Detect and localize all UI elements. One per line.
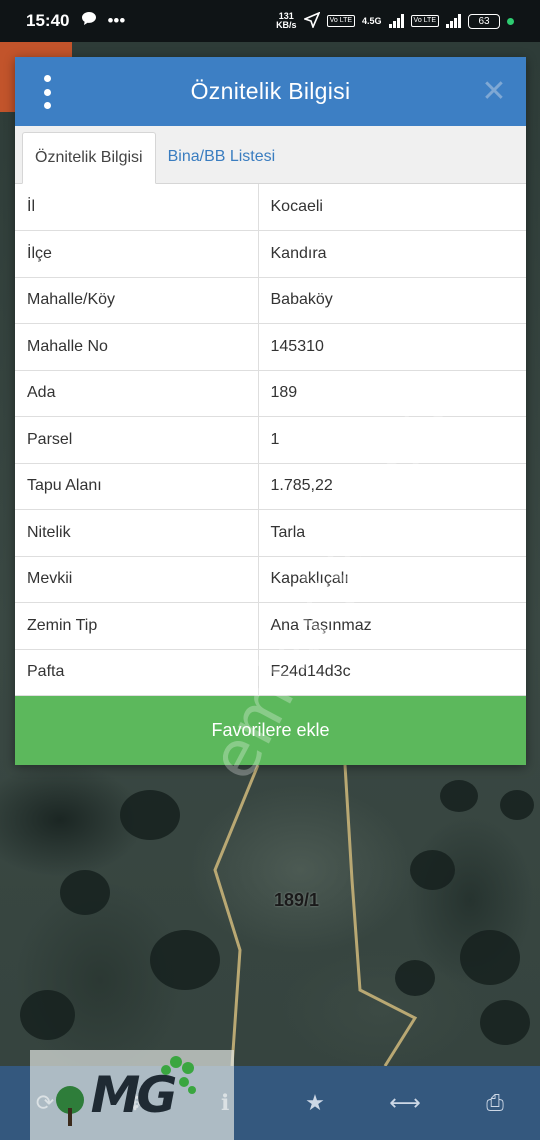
attribute-key: Ada	[15, 370, 259, 417]
tab-building-list[interactable]: Bina/BB Listesi	[156, 131, 288, 183]
table-row: Zemin Tip Ana Taşınmaz	[15, 602, 526, 650]
table-row: Parsel 1	[15, 416, 526, 464]
table-row: İl Kocaeli	[15, 184, 526, 231]
table-row: Ada 189	[15, 370, 526, 417]
attribute-value: Kapaklıçalı	[258, 556, 526, 603]
company-logo: MG	[30, 1050, 234, 1140]
table-row: Mahalle No 145310	[15, 323, 526, 371]
attribute-key: Tapu Alanı	[15, 463, 259, 510]
attribute-value: Ana Taşınmaz	[258, 602, 526, 650]
more-notifications-icon: •••	[107, 11, 126, 30]
parcel-label: 189/1	[274, 890, 320, 910]
dialog-header: Öznitelik Bilgisi ✕	[15, 57, 526, 126]
table-row: Pafta F24d14d3c	[15, 649, 526, 696]
measure-icon[interactable]: ⟷	[360, 1066, 450, 1140]
table-row: Nitelik Tarla	[15, 509, 526, 557]
attribute-value: Kandıra	[258, 230, 526, 278]
status-time: 15:40	[26, 11, 70, 30]
logo-tree-icon	[56, 1086, 84, 1126]
add-to-favorites-button[interactable]: Favorilere ekle	[15, 696, 526, 765]
attribute-value: F24d14d3c	[258, 649, 526, 696]
volte-badge: Vo LTE	[326, 15, 356, 27]
signal-bars-icon-2	[446, 14, 461, 28]
attribute-key: Mahalle/Köy	[15, 277, 259, 324]
star-icon[interactable]: ★	[270, 1066, 360, 1140]
attribute-key: İlçe	[15, 230, 259, 278]
dialog-title: Öznitelik Bilgisi	[190, 78, 351, 104]
table-row: Mevkii Kapaklıçalı	[15, 556, 526, 603]
attribute-value: Babaköy	[258, 277, 526, 324]
attribute-key: Zemin Tip	[15, 602, 259, 650]
print-icon[interactable]: ⎙	[450, 1066, 540, 1140]
attribute-key: Pafta	[15, 649, 259, 696]
logo-leaves-icon	[161, 1056, 196, 1094]
attribute-value: Kocaeli	[258, 184, 526, 231]
signal-bars-icon	[388, 14, 404, 28]
network-type: 4.5G	[362, 16, 382, 26]
attribute-value: 145310	[258, 323, 526, 371]
status-dot	[507, 17, 514, 25]
attribute-key: Mevkii	[15, 556, 259, 603]
volte-badge-2: Vo LTE	[410, 15, 439, 27]
attribute-dialog: Öznitelik Bilgisi ✕ Öznitelik Bilgisi Bi…	[15, 57, 526, 765]
speed-unit: KB/s	[276, 20, 297, 30]
attribute-key: İl	[15, 184, 259, 231]
attribute-table: İl Kocaeli İlçe Kandıra Mahalle/Köy Babaköy Ma…	[15, 184, 526, 696]
tab-bar: Öznitelik Bilgisi Bina/BB Listesi	[15, 126, 526, 184]
attribute-key: Parsel	[15, 416, 259, 464]
attribute-value: 189	[258, 370, 526, 417]
network-speed: 131 KB/s	[276, 12, 297, 30]
attribute-value: 1.785,22	[258, 463, 526, 510]
more-options-icon[interactable]	[37, 75, 57, 109]
battery-level: 63	[478, 15, 490, 27]
table-row: Tapu Alanı 1.785,22	[15, 463, 526, 510]
tab-attribute-info[interactable]: Öznitelik Bilgisi	[22, 132, 156, 184]
close-icon[interactable]: ✕	[478, 75, 510, 108]
battery-icon: 63	[468, 13, 500, 29]
location-arrow-icon	[302, 11, 321, 30]
table-row: Mahalle/Köy Babaköy	[15, 277, 526, 324]
attribute-key: Nitelik	[15, 509, 259, 557]
status-bar: 15:40 ••• 131 KB/s Vo LTE 4.5G Vo LTE 63	[0, 0, 540, 42]
attribute-key: Mahalle No	[15, 323, 259, 371]
chat-notification-icon	[81, 11, 97, 31]
attribute-value: 1	[258, 416, 526, 464]
attribute-value: Tarla	[258, 509, 526, 557]
table-row: İlçe Kandıra	[15, 230, 526, 278]
